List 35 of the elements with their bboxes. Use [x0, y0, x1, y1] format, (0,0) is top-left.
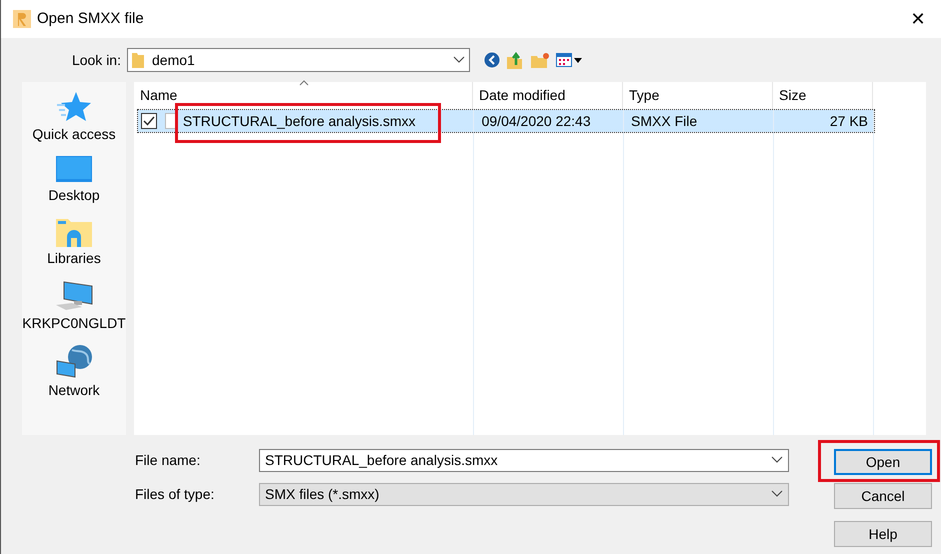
file-name-field[interactable]: STRUCTURAL_before analysis.smxx — [259, 449, 789, 472]
folder-icon — [54, 216, 93, 248]
star-icon — [56, 90, 92, 124]
folder-up-icon[interactable] — [507, 52, 524, 68]
close-button[interactable]: ✕ — [895, 0, 941, 38]
size-cell-text: 27 KB — [828, 112, 869, 130]
desktop-icon — [54, 155, 93, 185]
dialog-button[interactable]: Help — [834, 521, 932, 547]
date-cell-text: 09/04/2020 22:43 — [480, 112, 592, 130]
sidebar-item[interactable]: Desktop — [48, 155, 100, 206]
app-logo-icon — [13, 10, 31, 28]
sidebar-item[interactable]: KRKPC0NGLDT — [22, 279, 126, 334]
sidebar-item[interactable]: Quick access — [32, 90, 116, 145]
dialog-button[interactable]: Open — [834, 449, 932, 475]
type-cell-text: SMXX File — [630, 112, 698, 130]
new-folder-icon[interactable] — [531, 52, 549, 68]
computer-icon — [54, 279, 94, 313]
network-icon — [54, 344, 94, 380]
look-in-label: Look in: — [70, 50, 122, 70]
file-type-label: Files of type: — [135, 485, 216, 504]
sidebar-item[interactable]: Network — [48, 344, 100, 401]
back-icon[interactable] — [484, 52, 500, 68]
dialog-button[interactable]: Cancel — [834, 483, 932, 509]
window-title: Open SMXX file — [37, 8, 144, 29]
view-menu-icon[interactable] — [556, 53, 582, 67]
file-row[interactable]: STRUCTURAL_before analysis.smxx 09/04/2020 22:43 SMXX File 27 KB — [138, 110, 874, 132]
file-icon — [164, 113, 177, 129]
sidebar-item[interactable]: Libraries — [47, 216, 101, 269]
look-in-value: demo1 — [152, 50, 195, 70]
checkbox[interactable] — [141, 113, 157, 129]
file-name: STRUCTURAL_before analysis.smxx — [182, 112, 417, 131]
look-in-dropdown[interactable]: demo1 — [127, 48, 470, 72]
file-type-dropdown[interactable]: SMX files (*.smxx) — [259, 483, 789, 506]
folder-icon — [132, 52, 144, 68]
file-name-label: File name: — [135, 451, 202, 470]
